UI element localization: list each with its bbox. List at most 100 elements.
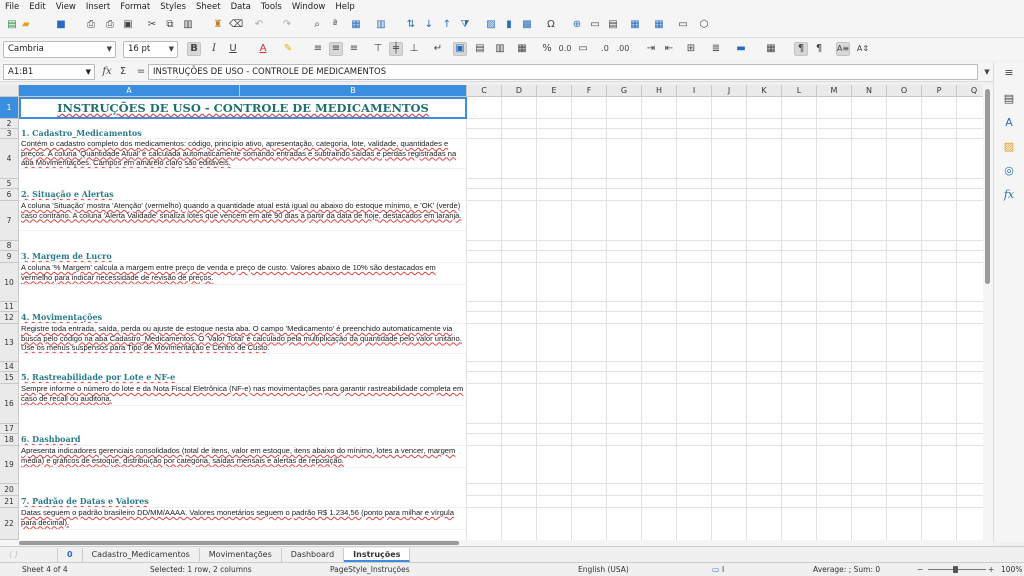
column-icon[interactable]: ▥ [374, 18, 388, 32]
insert-image-icon[interactable]: ▨ [484, 18, 498, 32]
name-box[interactable]: A1:B1 ▼ [3, 64, 95, 80]
redo-icon[interactable]: ↷ [280, 18, 294, 32]
column-header-g[interactable]: G [607, 85, 642, 97]
row-header-20[interactable]: 20 [0, 484, 19, 496]
find-replace-icon[interactable]: ⌕ [310, 18, 324, 32]
align-right-icon[interactable]: ≡ [347, 42, 361, 56]
vertical-scrollbar-thumb[interactable] [985, 89, 990, 284]
row-header-19[interactable]: 19 [0, 446, 19, 484]
row-header-15[interactable]: 15 [0, 372, 19, 384]
row-header-1[interactable]: 1 [0, 97, 19, 119]
row-header-10[interactable]: 10 [0, 263, 19, 302]
split-window-icon[interactable]: ▭ [676, 18, 690, 32]
zoom-out-icon[interactable]: − [917, 565, 923, 574]
section-heading-cell[interactable]: 7. Padrão de Datas e Valores [19, 497, 467, 508]
column-header-k[interactable]: K [747, 85, 782, 97]
column-header-e[interactable]: E [537, 85, 572, 97]
undo-icon[interactable]: ↶ [252, 18, 266, 32]
font-name-box[interactable]: Cambria ▼ [3, 41, 116, 58]
align-center-icon[interactable]: ≡ [329, 42, 343, 56]
autofilter-icon[interactable]: ⧩ [458, 18, 472, 32]
open-folder-icon[interactable]: ▰ [19, 18, 33, 32]
row-header-2[interactable]: 2 [0, 119, 19, 129]
row-header-12[interactable]: 12 [0, 312, 19, 324]
freeze-rows-columns-icon[interactable]: ▦ [652, 18, 666, 32]
section-heading-cell[interactable]: 1. Cadastro_Medicamentos [19, 129, 467, 139]
section-body-cell[interactable]: A coluna 'Situação' mostra 'Atenção' (ve… [19, 201, 467, 231]
section-body-cell[interactable]: Datas seguem o padrão brasileiro DD/MM/A… [19, 508, 467, 530]
increase-indent-icon[interactable]: ⇥ [644, 42, 658, 56]
conditional-format-icon[interactable]: ▦ [764, 42, 778, 56]
column-header-i[interactable]: I [677, 85, 712, 97]
section-body-cell[interactable]: Apresenta indicadores gerenciais consoli… [19, 446, 467, 468]
clear-formatting-icon[interactable]: ⌫ [229, 18, 243, 32]
copy-icon[interactable]: ⧉ [163, 18, 177, 32]
italic-icon[interactable]: I [207, 42, 221, 56]
row-header-4[interactable]: 4 [0, 139, 19, 179]
sort-descending-icon[interactable]: ↑ [440, 18, 454, 32]
sum-icon[interactable]: Σ [116, 65, 130, 79]
row-header-14[interactable]: 14 [0, 362, 19, 372]
column-header-p[interactable]: P [922, 85, 957, 97]
row-header-3[interactable]: 3 [0, 129, 19, 139]
tab-scroll-buttons[interactable]: ⟨ ⟩ [0, 547, 58, 562]
title-cell[interactable]: INSTRUÇÕES DE USO - CONTROLE DE MEDICAME… [19, 97, 467, 119]
left-to-right-icon[interactable]: ¶ [794, 42, 808, 56]
number-format-icon[interactable]: 0.0 [558, 42, 572, 56]
sort-icon[interactable]: ⇅ [404, 18, 418, 32]
sidebar-menu-icon[interactable]: ≡ [1002, 66, 1016, 80]
column-header-d[interactable]: D [502, 85, 537, 97]
zoom-in-icon[interactable]: + [988, 565, 994, 574]
menu-help[interactable]: Help [335, 2, 354, 12]
menu-insert[interactable]: Insert [86, 2, 110, 12]
merge-cells-icon[interactable]: ▤ [473, 42, 487, 56]
menu-view[interactable]: View [56, 2, 76, 12]
row-header-21[interactable]: 21 [0, 496, 19, 508]
highlight-color-icon[interactable]: ✎ [281, 42, 295, 56]
decrease-indent-icon[interactable]: ⇤ [662, 42, 676, 56]
column-header-h[interactable]: H [642, 85, 677, 97]
spreadsheet-grid[interactable]: A B C D E F G H I J K L M N O P Q 1 2 3 … [0, 85, 983, 540]
function-wizard-icon[interactable]: fx [100, 65, 114, 79]
sort-ascending-icon[interactable]: ↓ [422, 18, 436, 32]
pivot-table-icon[interactable]: ▩ [520, 18, 534, 32]
section-heading-cell[interactable]: 3. Margem de Lucro [19, 252, 467, 263]
menu-format[interactable]: Format [120, 2, 150, 12]
gallery-icon[interactable]: ▨ [1002, 140, 1016, 154]
right-to-left-icon[interactable]: ¶ [812, 42, 826, 56]
section-heading-cell[interactable]: 6. Dashboard [19, 435, 467, 446]
save-icon[interactable]: ■ [54, 18, 68, 32]
row-header-6[interactable]: 6 [0, 189, 19, 201]
row-header-17[interactable]: 17 [0, 424, 19, 434]
row-icon[interactable]: ▦ [349, 18, 363, 32]
row-header-11[interactable]: 11 [0, 302, 19, 312]
formula-input[interactable]: INSTRUÇÕES DE USO - CONTROLE DE MEDICAME… [148, 64, 978, 80]
selection-mode-icon[interactable]: ▭ [712, 565, 719, 574]
special-character-icon[interactable]: Ω [544, 18, 558, 32]
tab-instrucoes[interactable]: Instruções [344, 547, 411, 562]
align-top-icon[interactable]: ⊤ [371, 42, 385, 56]
wrap-text-icon[interactable]: ↵ [431, 42, 445, 56]
font-color-icon[interactable]: A [256, 42, 270, 56]
vertical-scrollbar[interactable] [983, 85, 993, 540]
select-all-corner[interactable] [0, 85, 19, 97]
row-header-9[interactable]: 9 [0, 251, 19, 263]
tab-cadastro-medicamentos[interactable]: Cadastro_Medicamentos [83, 547, 200, 562]
section-body-cell[interactable]: Registre toda entrada, saída, perda ou a… [19, 324, 467, 354]
percent-format-icon[interactable]: % [540, 42, 554, 56]
menu-edit[interactable]: Edit [29, 2, 45, 12]
horizontal-scrollbar-thumb[interactable] [19, 541, 459, 545]
center-vertically-icon[interactable]: ╪ [389, 42, 403, 56]
row-header-7[interactable]: 7 [0, 201, 19, 241]
section-heading-cell[interactable]: 2. Situação e Alertas [19, 190, 467, 201]
column-header-m[interactable]: M [817, 85, 852, 97]
new-document-icon[interactable]: ▤ [5, 18, 19, 32]
clone-formatting-icon[interactable]: ♜ [211, 18, 225, 32]
section-body-cell[interactable]: A coluna '% Margem' calcula a margem ent… [19, 263, 467, 285]
expand-formula-icon[interactable]: ▼ [980, 65, 994, 79]
styles-icon[interactable]: A [1002, 116, 1016, 130]
column-header-o[interactable]: O [887, 85, 922, 97]
section-body-cell[interactable]: Contém o cadastro completo dos medicamen… [19, 139, 467, 169]
formula-equals-icon[interactable]: = [134, 65, 148, 79]
column-header-f[interactable]: F [572, 85, 607, 97]
